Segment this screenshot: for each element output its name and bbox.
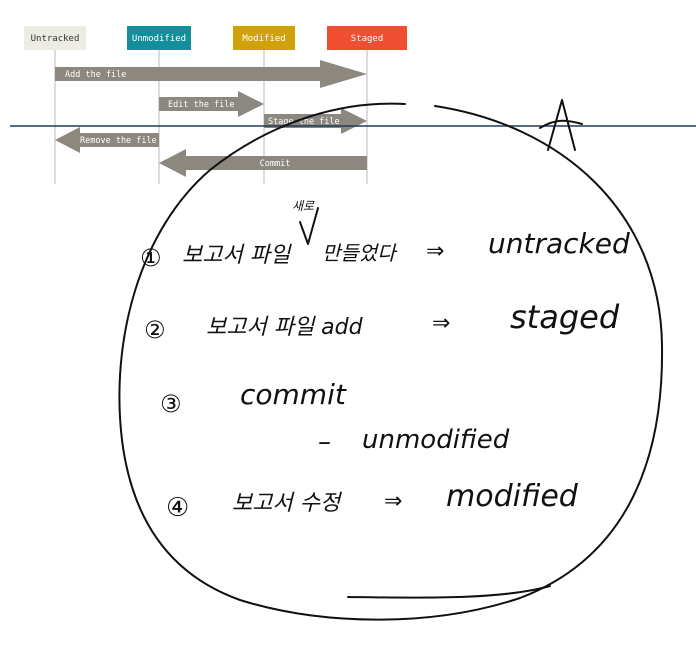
state-modified: Modified bbox=[233, 26, 295, 50]
mark-a-strokes bbox=[539, 99, 583, 151]
state-unmodified: Unmodified bbox=[127, 26, 191, 50]
note-3-dash: – bbox=[318, 427, 331, 457]
note-2-text: 보고서 파일 add bbox=[206, 315, 364, 340]
note-3-num: ③ bbox=[160, 390, 182, 418]
note-1-text2: 만들었다 bbox=[322, 241, 398, 265]
note-2-result: staged bbox=[510, 298, 620, 336]
note-1-result: untracked bbox=[488, 227, 630, 260]
note-4-text: 보고서 수정 bbox=[232, 491, 343, 516]
note-1-arrow: ⇒ bbox=[426, 239, 444, 264]
note-3-result: unmodified bbox=[362, 425, 510, 455]
arrow-remove-the-file: Remove the file bbox=[55, 127, 159, 153]
note-2: ② 보고서 파일 add ⇒ staged bbox=[144, 298, 620, 344]
state-staged: Staged bbox=[327, 26, 407, 50]
arrow-label-edit: Edit the file bbox=[168, 100, 235, 110]
canvas: Untracked Unmodified Modified Staged Add… bbox=[10, 26, 696, 621]
state-label-staged: Staged bbox=[351, 34, 384, 44]
arrow-add-the-file: Add the file bbox=[55, 60, 367, 88]
arrow-stage-the-file: Stage the file bbox=[264, 108, 367, 134]
annotation-mark-a bbox=[539, 99, 583, 151]
note-4-num: ④ bbox=[166, 493, 189, 523]
note-4-result: modified bbox=[446, 479, 579, 514]
note-1-insert: 새로 bbox=[292, 199, 315, 213]
arrow-label-commit: Commit bbox=[260, 159, 291, 169]
arrow-edit-the-file: Edit the file bbox=[159, 91, 264, 117]
note-1: ① 보고서 파일 새로 만들었다 ⇒ untracked bbox=[140, 199, 630, 272]
arrow-label-remove: Remove the file bbox=[80, 136, 157, 146]
state-label-untracked: Untracked bbox=[31, 34, 80, 44]
state-label-unmodified: Unmodified bbox=[132, 34, 186, 44]
note-4-arrow: ⇒ bbox=[384, 489, 402, 514]
note-3: ③ commit – unmodified bbox=[160, 378, 510, 457]
note-1-text: 보고서 파일 bbox=[182, 243, 292, 268]
arrow-label-add: Add the file bbox=[65, 70, 126, 80]
annotation-circle bbox=[118, 102, 664, 621]
annotation-underline-stroke bbox=[347, 585, 551, 599]
note-2-num: ② bbox=[144, 316, 166, 344]
note-1-num: ① bbox=[140, 244, 162, 272]
note-3-text: commit bbox=[240, 378, 347, 411]
state-label-modified: Modified bbox=[242, 34, 285, 44]
note-1-caret bbox=[299, 207, 319, 245]
arrow-commit: Commit bbox=[159, 149, 367, 177]
note-2-arrow: ⇒ bbox=[432, 311, 450, 336]
note-4: ④ 보고서 수정 ⇒ modified bbox=[166, 479, 579, 523]
state-untracked: Untracked bbox=[24, 26, 86, 50]
